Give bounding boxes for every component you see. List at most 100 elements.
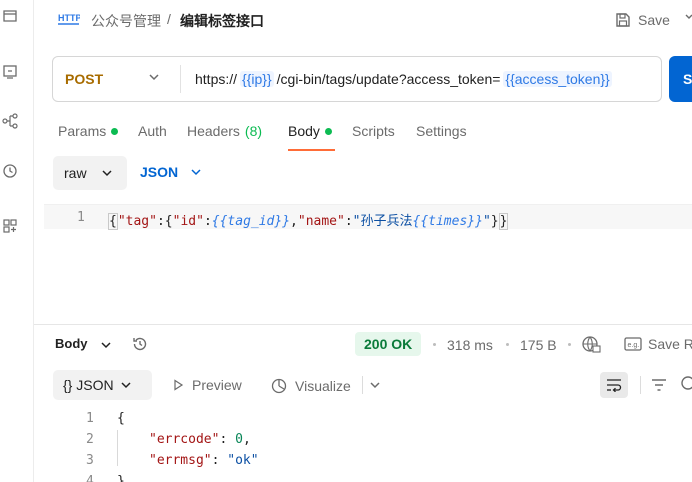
response-size[interactable]: 175 B (520, 337, 557, 353)
response-format-select[interactable]: {} JSON (53, 370, 152, 400)
response-history-icon[interactable] (131, 335, 149, 358)
code-colon: : (203, 214, 212, 229)
response-format-label: {} JSON (63, 377, 114, 393)
code-string-end: " (482, 214, 491, 229)
breadcrumb-parent[interactable]: 公众号管理 (91, 11, 161, 31)
url-bar: POST https:// {{ip}} /cgi-bin/tags/updat… (52, 56, 662, 102)
editor-code-line: {"tag":{"id":{{tag_id}},"name":"孙子兵法{{ti… (108, 210, 509, 230)
response-line-3: "errmsg": "ok" (149, 453, 259, 468)
variable-ip[interactable]: {{ip}} (240, 71, 274, 87)
save-response-icon: e.g. (624, 337, 642, 351)
visualize-label: Visualize (295, 378, 351, 394)
code-punct: :{ (156, 214, 173, 229)
collections-icon[interactable] (0, 6, 20, 26)
filter-icon[interactable] (650, 376, 668, 399)
code-brace-close: } (498, 213, 509, 230)
send-button[interactable]: S (669, 56, 692, 102)
response-line-number: 1 (86, 411, 94, 426)
body-language-label: JSON (140, 164, 179, 180)
tab-settings[interactable]: Settings (416, 123, 467, 139)
save-label: Save (638, 12, 670, 28)
network-globe-icon[interactable] (581, 334, 601, 359)
visualize-button[interactable]: Visualize (270, 377, 351, 395)
code-key-tag: "tag" (117, 214, 157, 229)
tab-auth[interactable]: Auth (138, 123, 167, 139)
tab-body[interactable]: Body (288, 123, 332, 139)
visualize-chevron-down-icon[interactable] (369, 378, 381, 396)
svg-text:e.g.: e.g. (628, 342, 640, 349)
environments-icon[interactable] (0, 62, 20, 82)
response-line-1: { (117, 411, 125, 426)
code-key-id: "id" (172, 214, 204, 229)
save-response-button[interactable]: e.g. Save R (624, 336, 692, 352)
request-header: HTTP 公众号管理 / 编辑标签接口 Save (34, 0, 692, 42)
body-language-select[interactable]: JSON (140, 164, 202, 180)
code-var-tag-id: {{tag_id}} (211, 214, 291, 229)
response-chevron-down-icon[interactable] (100, 338, 112, 356)
wrap-lines-icon (607, 379, 622, 392)
http-method-select[interactable]: POST (65, 71, 103, 87)
response-line-2: "errcode": 0, (149, 432, 251, 447)
body-mode-chevron-down-icon (102, 170, 112, 177)
headers-count: (8) (244, 123, 263, 139)
tab-settings-label: Settings (416, 123, 467, 139)
tab-auth-label: Auth (138, 123, 167, 139)
body-indicator-dot (324, 127, 332, 135)
flows-icon[interactable] (0, 111, 20, 131)
response-value-errmsg: "ok" (227, 453, 259, 468)
tab-scripts-label: Scripts (352, 123, 395, 139)
tab-headers[interactable]: Headers (8) (187, 123, 262, 139)
url-path: /cgi-bin/tags/update?access_token= (276, 71, 501, 87)
breadcrumb-separator: / (167, 11, 171, 27)
search-icon[interactable] (680, 375, 692, 398)
svg-text:HTTP: HTTP (58, 13, 80, 23)
code-brace-inner-close: } (490, 214, 499, 229)
toolbar-divider-2 (640, 376, 641, 394)
request-body-editor[interactable]: 1 {"tag":{"id":{{tag_id}},"name":"孙子兵法{{… (44, 204, 692, 324)
response-line-4: } (117, 474, 125, 482)
format-chevron-down-icon (121, 382, 131, 389)
variable-access-token[interactable]: {{access_token}} (503, 71, 612, 87)
response-colon: : (211, 453, 228, 468)
pane-resize-handle[interactable] (34, 324, 692, 325)
response-body-title[interactable]: Body (55, 336, 88, 351)
response-colon: : (219, 432, 236, 447)
meta-separator (433, 343, 436, 346)
body-mode-select[interactable]: raw (53, 156, 127, 190)
response-key-errmsg: "errmsg" (149, 453, 212, 468)
code-var-times: {{times}} (412, 214, 483, 229)
response-key-errcode: "errcode" (149, 432, 220, 447)
indent-guide (117, 430, 118, 466)
save-button[interactable]: Save (614, 8, 670, 32)
status-badge[interactable]: 200 OK (355, 332, 422, 356)
breadcrumb-current[interactable]: 编辑标签接口 (180, 11, 264, 31)
preview-label: Preview (192, 377, 242, 393)
save-options-chevron-icon[interactable] (684, 9, 692, 28)
code-colon-2: : (344, 214, 353, 229)
tab-body-label: Body (288, 123, 320, 139)
url-input[interactable]: https:// {{ip}} /cgi-bin/tags/update?acc… (195, 71, 615, 87)
tab-params[interactable]: Params (58, 123, 119, 139)
http-request-icon: HTTP (58, 10, 82, 28)
editor-line-number: 1 (77, 210, 85, 225)
method-chevron-down-icon[interactable] (147, 70, 161, 89)
meta-separator (568, 343, 571, 346)
play-icon (174, 379, 184, 391)
save-icon (616, 13, 630, 27)
left-rail (0, 0, 34, 482)
response-comma: , (242, 432, 251, 447)
apps-icon[interactable] (0, 216, 20, 236)
wrap-lines-button[interactable] (600, 372, 628, 398)
history-rail-icon[interactable] (0, 161, 20, 181)
tab-scripts[interactable]: Scripts (352, 123, 395, 139)
response-time[interactable]: 318 ms (447, 337, 493, 353)
response-line-number: 3 (86, 453, 94, 468)
tab-params-label: Params (58, 123, 107, 139)
preview-button[interactable]: Preview (172, 377, 242, 393)
active-tab-indicator (288, 149, 335, 151)
url-prefix: https:// (195, 71, 238, 87)
code-string-name: "孙子兵法 (352, 214, 413, 229)
response-line-number: 2 (86, 432, 94, 447)
meta-separator (506, 343, 509, 346)
toolbar-divider (362, 376, 363, 394)
